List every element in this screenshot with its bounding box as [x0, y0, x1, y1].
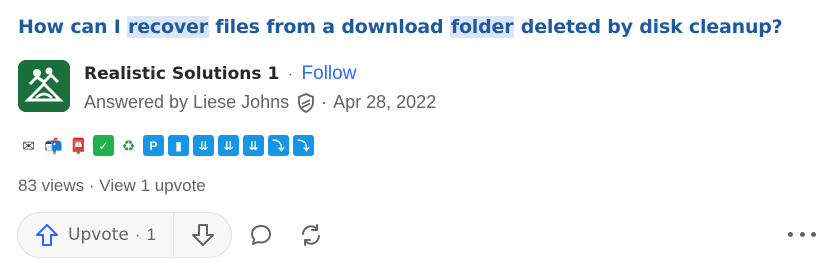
- comment-button[interactable]: [246, 220, 276, 250]
- recycle-icon: ♻: [121, 137, 136, 155]
- views-count[interactable]: 83 views: [18, 176, 84, 195]
- downvote-button[interactable]: [174, 213, 231, 257]
- author-row: Realistic Solutions 1 · Follow: [84, 63, 356, 85]
- view-upvotes-link[interactable]: View 1 upvote: [99, 176, 205, 195]
- answer-date[interactable]: Apr 28, 2022: [333, 92, 436, 113]
- check-mark-button-icon: ✓: [93, 135, 114, 156]
- upvote-count: 1: [146, 225, 156, 244]
- emoji-row: ✉ 📬 📮 ✓ ♻ P ▮ ⇊ ⇊ ⇊ ⤵ ⤵: [18, 135, 314, 156]
- title-text: How can I: [18, 16, 128, 38]
- title-text: deleted by disk cleanup?: [514, 16, 783, 38]
- downvote-arrow-icon: [191, 224, 214, 246]
- down-arrow-button-icon: ⇊: [243, 135, 264, 156]
- upvote-button[interactable]: Upvote · 1: [18, 213, 174, 257]
- signal-bars-icon: ▮: [168, 135, 189, 156]
- mailbox-icon: 📬: [44, 137, 63, 155]
- avatar-logo-icon: [18, 60, 70, 112]
- upvote-arrow-icon: [36, 224, 58, 246]
- down-arrow-button-icon: ⇊: [218, 135, 239, 156]
- shield-icon: [297, 92, 315, 113]
- comment-icon: [251, 225, 271, 245]
- follow-button[interactable]: Follow: [302, 63, 357, 84]
- author-avatar[interactable]: [18, 60, 70, 112]
- author-separator: ·: [287, 64, 294, 83]
- highlighted-term: folder: [449, 16, 515, 38]
- more-options-button[interactable]: [788, 224, 816, 244]
- parking-icon: P: [143, 135, 164, 156]
- incoming-envelope-icon: ✉: [22, 137, 35, 155]
- return-arrow-icon: ⤵: [268, 135, 289, 156]
- answer-stats: 83 views · View 1 upvote: [18, 176, 206, 196]
- meta-separator: ·: [321, 92, 328, 112]
- postbox-icon: 📮: [69, 137, 88, 155]
- down-arrow-button-icon: ⇊: [193, 135, 214, 156]
- upvote-label: Upvote: [68, 225, 129, 245]
- return-arrow-icon: ⤵: [293, 135, 314, 156]
- share-button[interactable]: [296, 220, 326, 250]
- highlighted-term: recover: [127, 16, 209, 38]
- more-dots-icon: [788, 231, 793, 237]
- answer-meta: Answered by Liese Johns · Apr 28, 2022: [84, 92, 436, 113]
- stats-separator: ·: [88, 176, 95, 195]
- answered-by-text[interactable]: Answered by Liese Johns: [84, 92, 289, 113]
- question-title[interactable]: How can I recover files from a download …: [18, 16, 818, 38]
- title-text: files from a download: [208, 16, 450, 38]
- vote-group: Upvote · 1: [17, 212, 232, 258]
- share-refresh-icon: [302, 224, 320, 246]
- upvote-separator: ·: [134, 225, 141, 244]
- author-name[interactable]: Realistic Solutions 1: [84, 64, 279, 84]
